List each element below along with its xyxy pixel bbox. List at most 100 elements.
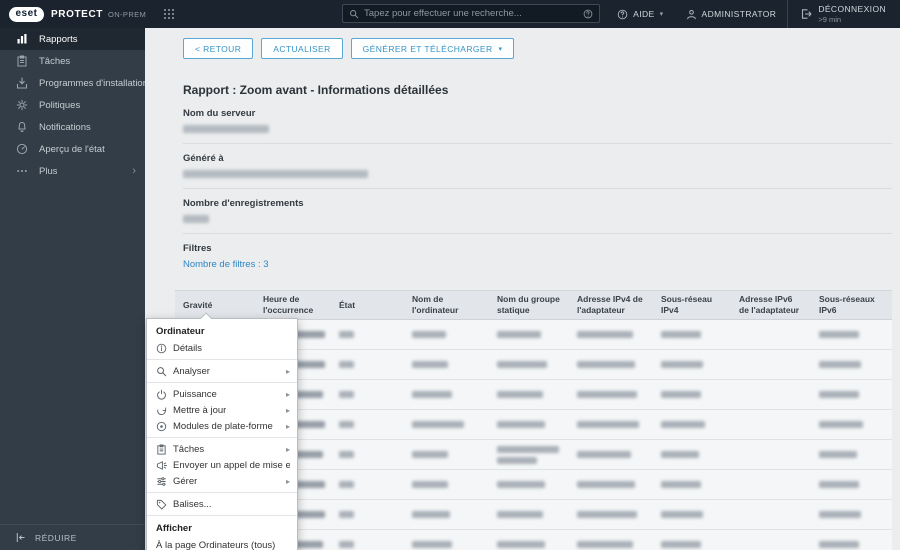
sidebar-item-label: Aperçu de l'état: [39, 143, 105, 155]
menu-item-tasks[interactable]: Tâches ▸: [147, 441, 297, 457]
policies-icon: [15, 98, 29, 112]
table-cell: [731, 499, 811, 531]
table-cell: [331, 499, 404, 531]
table-cell: [569, 439, 653, 471]
installer-icon: [15, 76, 29, 90]
more-icon: [15, 164, 29, 178]
field-value-redacted: [183, 170, 892, 178]
logout-timer: >9 min: [818, 14, 842, 24]
refresh-button[interactable]: ACTUALISER: [261, 38, 343, 59]
menu-item-label: Modules de plate-forme: [173, 420, 273, 432]
col-sous-reseaux-ipv6[interactable]: Sous-réseaux IPv6: [811, 289, 892, 321]
col-gravite[interactable]: Gravité: [175, 289, 255, 321]
table-cell: [404, 529, 489, 550]
submenu-arrow-icon: ▸: [285, 389, 290, 399]
context-menu-footer-header: Afficher: [156, 523, 192, 534]
user-label: ADMINISTRATOR: [701, 9, 777, 19]
col-heure-occurrence[interactable]: Heure de l'occurrence: [255, 289, 331, 321]
collapse-label: RÉDUIRE: [35, 532, 77, 543]
table-cell: [404, 499, 489, 531]
filters-count-link[interactable]: Nombre de filtres : 3: [183, 259, 269, 270]
col-nom-ordinateur[interactable]: Nom de l'ordinateur: [404, 289, 489, 321]
search-help-icon[interactable]: [583, 9, 593, 19]
user-menu[interactable]: ADMINISTRATOR: [675, 0, 788, 28]
table-cell: [811, 379, 892, 411]
collapse-icon: [16, 532, 25, 543]
table-cell: [811, 499, 892, 531]
table-cell: [653, 409, 731, 441]
col-sous-reseau-ipv4[interactable]: Sous-réseau IPv4: [653, 289, 731, 321]
help-icon: [617, 9, 628, 19]
col-etat[interactable]: État: [331, 289, 404, 321]
back-button[interactable]: < RETOUR: [183, 38, 254, 59]
sliders-icon: [156, 476, 167, 487]
menu-item-scan[interactable]: Analyser ▸: [147, 363, 297, 379]
sidebar-item-detections[interactable]: DÉTECTIONS: [145, 56, 160, 86]
sidebar-item-tasks[interactable]: Tâches: [0, 50, 145, 72]
menu-item-wake-up-call[interactable]: Envoyer un appel de mise en éveil: [147, 457, 297, 473]
col-ipv4-adaptateur[interactable]: Adresse IPv4 de l'adaptateur: [569, 289, 653, 321]
field-label: Nombre d'enregistrements: [183, 198, 304, 209]
sidebar-item-status-overview[interactable]: Aperçu de l'état: [0, 138, 145, 160]
table-cell: [331, 469, 404, 501]
wake-call-icon: [156, 460, 167, 471]
sidebar-item-installers[interactable]: Programmes d'installation: [0, 72, 145, 94]
menu-item-label: Balises...: [173, 498, 212, 510]
table-cell: [404, 409, 489, 441]
info-icon: [156, 343, 167, 354]
sidebar-collapse-button[interactable]: RÉDUIRE: [0, 524, 145, 550]
menu-separator: [147, 437, 297, 438]
table-cell: [489, 319, 569, 351]
menu-item-details[interactable]: Détails: [147, 340, 297, 356]
table-cell: [569, 319, 653, 351]
power-icon: [156, 389, 167, 400]
sidebar-item-reports[interactable]: Rapports: [0, 28, 145, 50]
table-cell: [404, 349, 489, 381]
sidebar-item-policies[interactable]: Politiques: [0, 94, 145, 116]
table-cell: [331, 319, 404, 351]
sidebar-item-more[interactable]: Plus ›: [0, 160, 145, 182]
menu-item-tags[interactable]: Balises...: [147, 496, 297, 512]
generate-button-label: GÉNÉRER ET TÉLÉCHARGER: [362, 43, 493, 54]
help-menu[interactable]: AIDE ▾: [606, 0, 674, 28]
menu-item-platform-modules[interactable]: Modules de plate-forme ▸: [147, 418, 297, 434]
back-button-label: < RETOUR: [195, 43, 242, 54]
app-grid-icon[interactable]: [163, 8, 175, 20]
tag-icon: [156, 499, 167, 510]
table-cell: [653, 319, 731, 351]
menu-separator: [147, 359, 297, 360]
table-cell: [569, 349, 653, 381]
menu-item-manage[interactable]: Gérer ▸: [147, 473, 297, 489]
col-ipv6-adaptateur[interactable]: Adresse IPv6 de l'adaptateur: [731, 289, 811, 321]
generate-download-button[interactable]: GÉNÉRER ET TÉLÉCHARGER ▾: [350, 38, 515, 59]
table-cell: [489, 379, 569, 411]
col-groupe-statique[interactable]: Nom du groupe statique: [489, 289, 569, 321]
modules-icon: [156, 421, 167, 432]
table-cell: [404, 469, 489, 501]
menu-item-update[interactable]: Mettre à jour ▸: [147, 402, 297, 418]
help-label: AIDE: [633, 9, 655, 19]
table-cell: [331, 379, 404, 411]
filters-section: Filtres Nombre de filtres : 3: [183, 234, 892, 282]
table-cell: [569, 529, 653, 550]
menu-item-label: Envoyer un appel de mise en éveil: [173, 459, 290, 471]
search-icon: [350, 9, 359, 18]
search-input[interactable]: [364, 8, 578, 19]
table-cell: [489, 499, 569, 531]
menu-item-label: Gérer: [173, 475, 198, 487]
table-cell: [489, 409, 569, 441]
table-cell: [653, 499, 731, 531]
user-icon: [686, 9, 696, 19]
logout-label: DÉCONNEXION: [818, 4, 886, 15]
table-cell: [731, 379, 811, 411]
menu-item-computers-page[interactable]: À la page Ordinateurs (tous): [147, 537, 297, 550]
field-value-redacted: [183, 125, 892, 133]
refresh-icon: [156, 405, 167, 416]
status-icon: [15, 142, 29, 156]
sidebar-item-notifications[interactable]: Notifications: [0, 116, 145, 138]
table-header-row: Gravité Heure de l'occurrence État Nom d…: [175, 289, 892, 321]
menu-separator: [147, 382, 297, 383]
logout-button[interactable]: DÉCONNEXION >9 min: [787, 0, 890, 28]
menu-item-power[interactable]: Puissance ▸: [147, 386, 297, 402]
submenu-arrow-icon: ▸: [285, 476, 290, 486]
